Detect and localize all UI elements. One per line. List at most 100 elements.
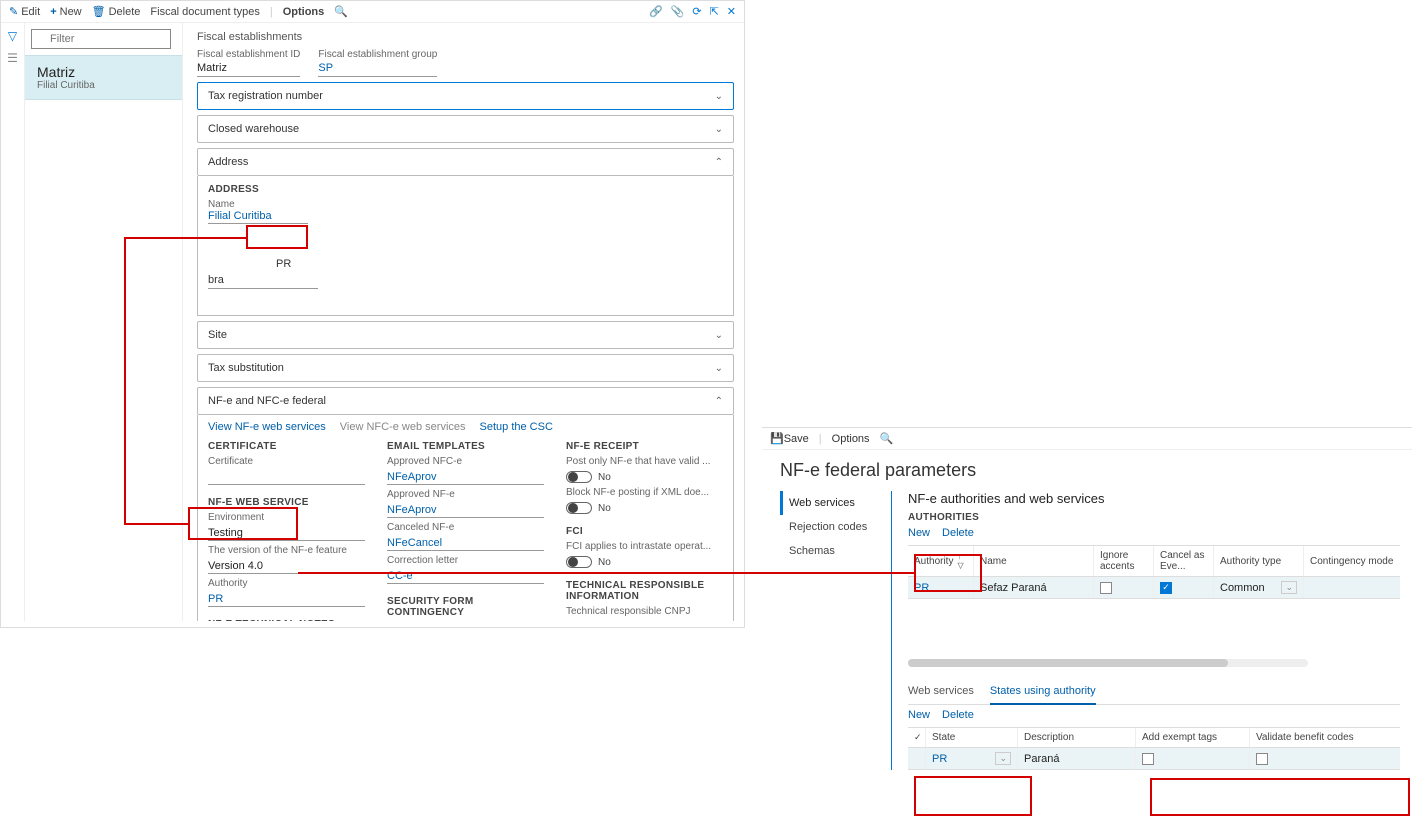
fiscal-document-types-button[interactable]: Fiscal document types <box>150 6 259 18</box>
ver-label: The version of the NF-e feature <box>208 545 365 556</box>
delete-button[interactable]: 🗑Delete <box>92 5 141 18</box>
expander-nfe[interactable]: NF-e and NFC-e federal ⌃ <box>197 387 734 415</box>
certificate-value[interactable] <box>208 471 365 485</box>
col-cmode[interactable]: Contingency mode <box>1304 546 1400 576</box>
address-name-value[interactable]: Filial Curitiba <box>208 210 308 224</box>
app-nfe-value[interactable]: NFeAprov <box>387 504 544 518</box>
row-cmode[interactable] <box>1304 577 1400 598</box>
col-desc[interactable]: Description <box>1018 728 1136 747</box>
app-nfce-value[interactable]: NFeAprov <box>387 471 544 485</box>
list-icon[interactable]: ☰ <box>7 51 18 65</box>
row2-validate[interactable] <box>1250 748 1390 769</box>
row2-check[interactable] <box>908 748 926 769</box>
authorities-hdr: AUTHORITIES <box>908 512 1400 523</box>
expander-closed-wh[interactable]: Closed warehouse ⌄ <box>197 115 734 143</box>
red-line-3 <box>124 523 188 525</box>
fci-label: FCI applies to intrastate operat... <box>566 541 723 552</box>
search-icon[interactable]: 🔍 <box>880 432 894 445</box>
toggle-no-label: No <box>598 503 611 514</box>
filter-input[interactable] <box>31 29 171 49</box>
toggle-no-label: No <box>598 557 611 568</box>
col-state[interactable]: State <box>926 728 1018 747</box>
post-only-label: Post only NF-e that have valid ... <box>566 456 723 467</box>
expander-site[interactable]: Site ⌄ <box>197 321 734 349</box>
col-cancel[interactable]: Cancel as Eve... <box>1154 546 1214 576</box>
rp-toolbar: 💾Save | Options 🔍 <box>762 428 1412 450</box>
chevron-down-icon: ⌄ <box>715 330 723 341</box>
link-icon[interactable]: 🔗 <box>649 5 663 18</box>
row-ignore[interactable] <box>1094 577 1154 598</box>
expander-address[interactable]: Address ⌃ <box>197 148 734 176</box>
view-nfe-ws-link[interactable]: View NF-e web services <box>208 421 326 433</box>
col-exempt[interactable]: Add exempt tags <box>1136 728 1250 747</box>
h-scrollbar[interactable] <box>908 659 1308 667</box>
fci-toggle[interactable]: No <box>566 556 723 568</box>
nav-web-services[interactable]: Web services <box>780 491 891 515</box>
popout-icon[interactable]: ⇱ <box>710 5 719 18</box>
feg-label: Fiscal establishment group <box>318 49 437 60</box>
fiscal-establishments-pane: ✎Edit +New 🗑Delete Fiscal document types… <box>0 0 745 628</box>
tn-hdr: NF-E TECHNICAL NOTES <box>208 619 365 621</box>
options-button[interactable]: Options <box>283 6 325 18</box>
can-nfe-value[interactable]: NFeCancel <box>387 537 544 551</box>
expander-tax-sub[interactable]: Tax substitution ⌄ <box>197 354 734 382</box>
delete-link[interactable]: Delete <box>942 527 974 539</box>
app-nfce-label: Approved NFC-e <box>387 456 544 467</box>
col-check[interactable]: ✓ <box>908 728 926 747</box>
new-link[interactable]: New <box>908 527 930 539</box>
chevron-up-icon: ⌃ <box>715 157 723 168</box>
chevron-down-icon: ⌄ <box>715 363 723 374</box>
feid-value[interactable]: Matriz <box>197 61 300 77</box>
save-button[interactable]: 💾Save <box>770 432 809 445</box>
nav-schemas[interactable]: Schemas <box>780 539 891 563</box>
app-nfe-label: Approved NF-e <box>387 489 544 500</box>
receipt-hdr: NF-E RECEIPT <box>566 441 723 452</box>
certificate-label: Certificate <box>208 456 365 467</box>
row2-desc: Paraná <box>1018 748 1136 769</box>
expander-tax-reg[interactable]: Tax registration number ⌄ <box>197 82 734 110</box>
row-cancel[interactable]: ✓ <box>1154 577 1214 598</box>
auth-label: Authority <box>208 578 365 589</box>
options-button[interactable]: Options <box>832 433 870 445</box>
row2-exempt[interactable] <box>1136 748 1250 769</box>
col-name[interactable]: Name <box>974 546 1094 576</box>
new-button[interactable]: +New <box>50 6 81 18</box>
tab-states-using-authority[interactable]: States using authority <box>990 681 1096 705</box>
view-nfce-ws-link[interactable]: View NFC-e web services <box>340 421 466 433</box>
states-grid-row[interactable]: PR⌄ Paraná <box>908 748 1400 770</box>
col-atype[interactable]: Authority type <box>1214 546 1304 576</box>
list-item-matriz[interactable]: Matriz Filial Curitiba <box>25 55 182 100</box>
tab-web-services[interactable]: Web services <box>908 681 974 704</box>
refresh-icon[interactable]: ⟳ <box>692 5 701 18</box>
filter-icon[interactable]: ▽ <box>8 29 17 43</box>
auth-value[interactable]: PR <box>208 593 365 607</box>
row-atype[interactable]: Common⌄ <box>1214 577 1304 598</box>
col-validate[interactable]: Validate benefit codes <box>1250 728 1390 747</box>
toggle-no-label: No <box>598 472 611 483</box>
row2-state[interactable]: PR⌄ <box>926 748 1018 769</box>
block-toggle[interactable]: No <box>566 502 723 514</box>
lower-tabs: Web services States using authority <box>908 681 1400 705</box>
col-ignore[interactable]: Ignore accents <box>1094 546 1154 576</box>
rp-main: NF-e authorities and web services AUTHOR… <box>892 491 1400 770</box>
setup-csc-link[interactable]: Setup the CSC <box>480 421 553 433</box>
nav-rejection-codes[interactable]: Rejection codes <box>780 515 891 539</box>
search-icon[interactable]: 🔍 <box>334 5 348 18</box>
nfe-col-3: NF-E RECEIPT Post only NF-e that have va… <box>566 439 723 621</box>
delete-link-2[interactable]: Delete <box>942 709 974 721</box>
new-link-2[interactable]: New <box>908 709 930 721</box>
edit-button[interactable]: ✎Edit <box>9 5 40 18</box>
attach-icon[interactable]: 📎 <box>671 5 685 18</box>
feid-label: Fiscal establishment ID <box>197 49 300 60</box>
highlight-exempt-validate <box>1150 778 1410 816</box>
feg-value[interactable]: SP <box>318 61 437 77</box>
red-line-1 <box>124 237 246 239</box>
sec-form-hdr: SECURITY FORM CONTINGENCY <box>387 596 544 618</box>
chevron-down-icon: ⌄ <box>715 124 723 135</box>
rp-nav: Web services Rejection codes Schemas <box>780 491 892 770</box>
close-icon[interactable]: ✕ <box>727 5 736 18</box>
section-title: Fiscal establishments <box>197 31 734 43</box>
states-grid-head: ✓ State Description Add exempt tags Vali… <box>908 727 1400 748</box>
expander-tax-reg-label: Tax registration number <box>208 90 323 102</box>
post-only-toggle[interactable]: No <box>566 471 723 483</box>
